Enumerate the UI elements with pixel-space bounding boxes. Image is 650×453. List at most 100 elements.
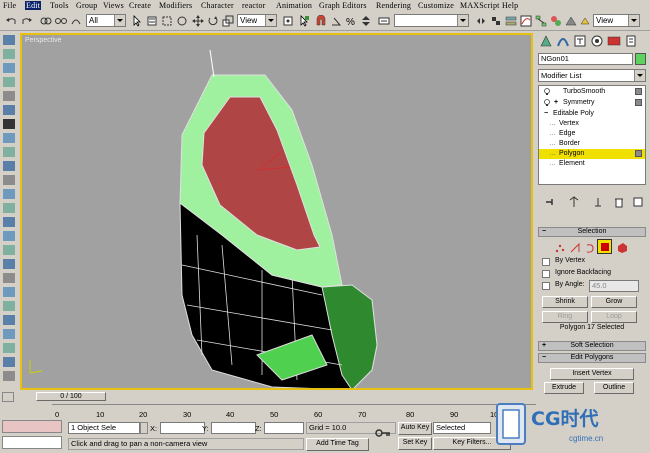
tool-icon[interactable] bbox=[3, 301, 15, 311]
percent-snap-icon[interactable]: % bbox=[343, 13, 357, 27]
named-selection-sets-dropdown[interactable] bbox=[394, 14, 469, 27]
track-bar[interactable] bbox=[52, 404, 536, 416]
insert-vertex-button[interactable]: Insert Vertex bbox=[550, 368, 634, 380]
maxscript-output-mini[interactable] bbox=[2, 436, 62, 449]
tool-icon[interactable] bbox=[3, 91, 15, 101]
by-angle-checkbox[interactable] bbox=[542, 282, 550, 290]
loop-button[interactable]: Loop bbox=[591, 311, 637, 323]
selection-filter-dropdown[interactable]: All bbox=[86, 14, 126, 27]
ring-button[interactable]: Ring bbox=[542, 311, 588, 323]
select-and-scale-icon[interactable] bbox=[220, 13, 234, 27]
y-coordinate-field[interactable] bbox=[211, 422, 256, 434]
z-coordinate-field[interactable] bbox=[264, 422, 304, 434]
tool-icon[interactable] bbox=[3, 231, 15, 241]
select-and-move-icon[interactable] bbox=[190, 13, 204, 27]
tool-icon[interactable] bbox=[3, 35, 15, 45]
edit-named-selections-icon[interactable] bbox=[376, 13, 390, 27]
outline-button[interactable]: Outline bbox=[594, 382, 634, 394]
tool-icon[interactable] bbox=[3, 217, 15, 227]
bulb-icon[interactable] bbox=[543, 88, 551, 96]
select-by-name-icon[interactable] bbox=[144, 13, 158, 27]
time-slider-thumb[interactable]: 0 / 100 bbox=[36, 392, 106, 401]
angle-spinner[interactable]: 45.0 bbox=[589, 280, 639, 292]
add-time-tag-button[interactable]: Add Time Tag bbox=[306, 438, 369, 451]
redo-icon[interactable] bbox=[19, 13, 33, 27]
modify-tab-icon[interactable] bbox=[556, 34, 571, 49]
utilities-tab-icon[interactable] bbox=[624, 34, 639, 49]
tool-icon[interactable] bbox=[3, 273, 15, 283]
stack-item-edge[interactable]: … Edge bbox=[539, 129, 645, 139]
menu-group[interactable]: Group bbox=[76, 1, 97, 10]
schematic-view-icon[interactable] bbox=[533, 13, 547, 27]
menu-maxscript[interactable]: MAXScript bbox=[460, 1, 500, 10]
tool-icon[interactable] bbox=[3, 329, 15, 339]
perspective-viewport[interactable]: Perspective bbox=[20, 33, 533, 390]
plus-icon[interactable]: + bbox=[554, 98, 558, 108]
object-color-swatch[interactable] bbox=[635, 53, 646, 65]
select-object-icon[interactable] bbox=[129, 13, 143, 27]
select-and-rotate-icon[interactable] bbox=[205, 13, 219, 27]
window-crossing-icon[interactable] bbox=[174, 13, 188, 27]
menu-character[interactable]: Character bbox=[201, 1, 234, 10]
stack-item-border[interactable]: … Border bbox=[539, 139, 645, 149]
time-slider-track[interactable]: 0 / 100 bbox=[20, 392, 535, 402]
auto-key-button[interactable]: Auto Key bbox=[398, 422, 432, 435]
set-key-button[interactable]: Set Key bbox=[398, 437, 432, 450]
object-name-field[interactable]: NGon01 bbox=[538, 53, 633, 65]
material-editor-icon[interactable] bbox=[548, 13, 562, 27]
stack-item-editable-poly[interactable]: − Editable Poly bbox=[539, 109, 645, 119]
make-unique-icon[interactable] bbox=[590, 194, 604, 208]
layer-manager-icon[interactable] bbox=[503, 13, 517, 27]
polygon-subobject-icon[interactable] bbox=[597, 239, 612, 254]
maxscript-listener-mini[interactable] bbox=[2, 420, 62, 433]
mini-curve-editor-icon[interactable] bbox=[2, 392, 14, 402]
pivot-center-icon[interactable] bbox=[280, 13, 294, 27]
set-key-mode-dropdown[interactable]: Selected bbox=[433, 422, 491, 434]
angle-snap-icon[interactable] bbox=[328, 13, 342, 27]
bind-space-warp-icon[interactable] bbox=[68, 13, 82, 27]
rectangular-selection-icon[interactable] bbox=[159, 13, 173, 27]
stack-item-polygon[interactable]: … Polygon bbox=[539, 149, 645, 159]
configure-modifier-sets-icon[interactable] bbox=[630, 194, 644, 208]
shrink-button[interactable]: Shrink bbox=[542, 296, 588, 308]
element-subobject-icon[interactable] bbox=[614, 240, 628, 254]
x-coordinate-field[interactable] bbox=[160, 422, 205, 434]
menu-graph-editors[interactable]: Graph Editors bbox=[319, 1, 367, 10]
tool-icon[interactable] bbox=[3, 259, 15, 269]
mirror-icon[interactable] bbox=[473, 13, 487, 27]
tool-icon[interactable] bbox=[3, 161, 15, 171]
soft-selection-rollout-header[interactable]: + Soft Selection bbox=[538, 341, 646, 351]
tool-icon[interactable] bbox=[3, 315, 15, 325]
tool-icon[interactable] bbox=[3, 287, 15, 297]
bulb-icon[interactable] bbox=[543, 99, 551, 107]
tool-icon[interactable] bbox=[3, 357, 15, 367]
quick-render-icon[interactable] bbox=[578, 13, 592, 27]
vertex-subobject-icon[interactable] bbox=[552, 240, 566, 254]
menu-edit[interactable]: Edit bbox=[25, 1, 42, 10]
tool-icon[interactable] bbox=[3, 343, 15, 353]
menu-file[interactable]: File bbox=[3, 1, 16, 10]
select-and-link-icon[interactable] bbox=[38, 13, 52, 27]
border-subobject-icon[interactable] bbox=[582, 240, 596, 254]
snap-toggle-icon[interactable] bbox=[313, 13, 327, 27]
menu-customize[interactable]: Customize bbox=[418, 1, 454, 10]
tool-icon[interactable] bbox=[3, 371, 15, 381]
edge-subobject-icon[interactable] bbox=[567, 240, 581, 254]
select-and-manipulate-icon[interactable] bbox=[296, 13, 310, 27]
curve-editor-icon[interactable] bbox=[518, 13, 532, 27]
edit-polygons-rollout-header[interactable]: − Edit Polygons bbox=[538, 353, 646, 363]
display-tab-icon[interactable] bbox=[607, 34, 622, 49]
tool-icon[interactable] bbox=[3, 203, 15, 213]
grow-button[interactable]: Grow bbox=[591, 296, 637, 308]
stack-item-symmetry[interactable]: + Symmetry bbox=[539, 98, 645, 108]
create-tab-icon[interactable] bbox=[539, 34, 554, 49]
tool-icon[interactable] bbox=[3, 189, 15, 199]
minus-icon[interactable]: − bbox=[544, 109, 548, 119]
tool-icon[interactable] bbox=[3, 119, 15, 129]
lock-selection-icon[interactable] bbox=[140, 422, 148, 434]
stack-item-element[interactable]: … Element bbox=[539, 159, 645, 169]
menu-rendering[interactable]: Rendering bbox=[376, 1, 411, 10]
stack-item-turbosmooth[interactable]: TurboSmooth bbox=[539, 87, 645, 97]
pin-stack-icon[interactable] bbox=[542, 194, 556, 208]
menu-modifiers[interactable]: Modifiers bbox=[159, 1, 192, 10]
